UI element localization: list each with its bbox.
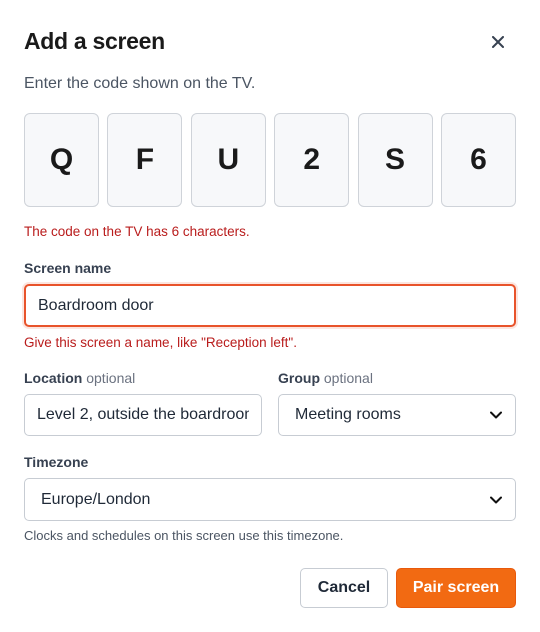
- location-label-text: Location: [24, 370, 83, 386]
- group-select[interactable]: Meeting rooms: [278, 394, 516, 436]
- chevron-down-icon: [489, 408, 503, 422]
- code-char-2[interactable]: F: [107, 113, 183, 207]
- timezone-hint: Clocks and schedules on this screen use …: [24, 528, 344, 543]
- code-char-6[interactable]: 6: [440, 113, 516, 207]
- code-char-3[interactable]: U: [190, 113, 266, 207]
- location-optional-text: optional: [86, 370, 136, 386]
- pairing-code: Q F U 2 S 6: [24, 113, 516, 207]
- code-char-5[interactable]: S: [357, 113, 433, 207]
- chevron-down-icon: [489, 493, 503, 507]
- intro-text: Enter the code shown on the TV.: [24, 75, 256, 92]
- code-char-4[interactable]: 2: [274, 113, 350, 207]
- location-label: Location optional: [24, 370, 135, 386]
- pair-screen-button[interactable]: Pair screen: [396, 568, 516, 608]
- group-label: Group optional: [278, 370, 373, 386]
- timezone-selected-value: Europe/London: [41, 490, 151, 508]
- code-char-1[interactable]: Q: [24, 113, 99, 207]
- timezone-select[interactable]: Europe/London: [24, 478, 516, 521]
- add-screen-dialog: Add a screen Enter the code shown on the…: [0, 0, 540, 632]
- screen-name-input[interactable]: [24, 284, 516, 327]
- dialog-title: Add a screen: [24, 28, 165, 54]
- location-input[interactable]: [24, 394, 262, 436]
- screen-name-label: Screen name: [24, 260, 112, 276]
- screen-name-error: Give this screen a name, like "Reception…: [24, 335, 297, 350]
- close-icon: [492, 36, 504, 48]
- cancel-button[interactable]: Cancel: [300, 568, 388, 608]
- code-error: The code on the TV has 6 characters.: [24, 224, 250, 239]
- timezone-label: Timezone: [24, 454, 89, 470]
- group-selected-value: Meeting rooms: [295, 406, 401, 423]
- close-button[interactable]: [484, 28, 512, 56]
- group-label-text: Group: [278, 370, 320, 386]
- group-optional-text: optional: [323, 370, 373, 386]
